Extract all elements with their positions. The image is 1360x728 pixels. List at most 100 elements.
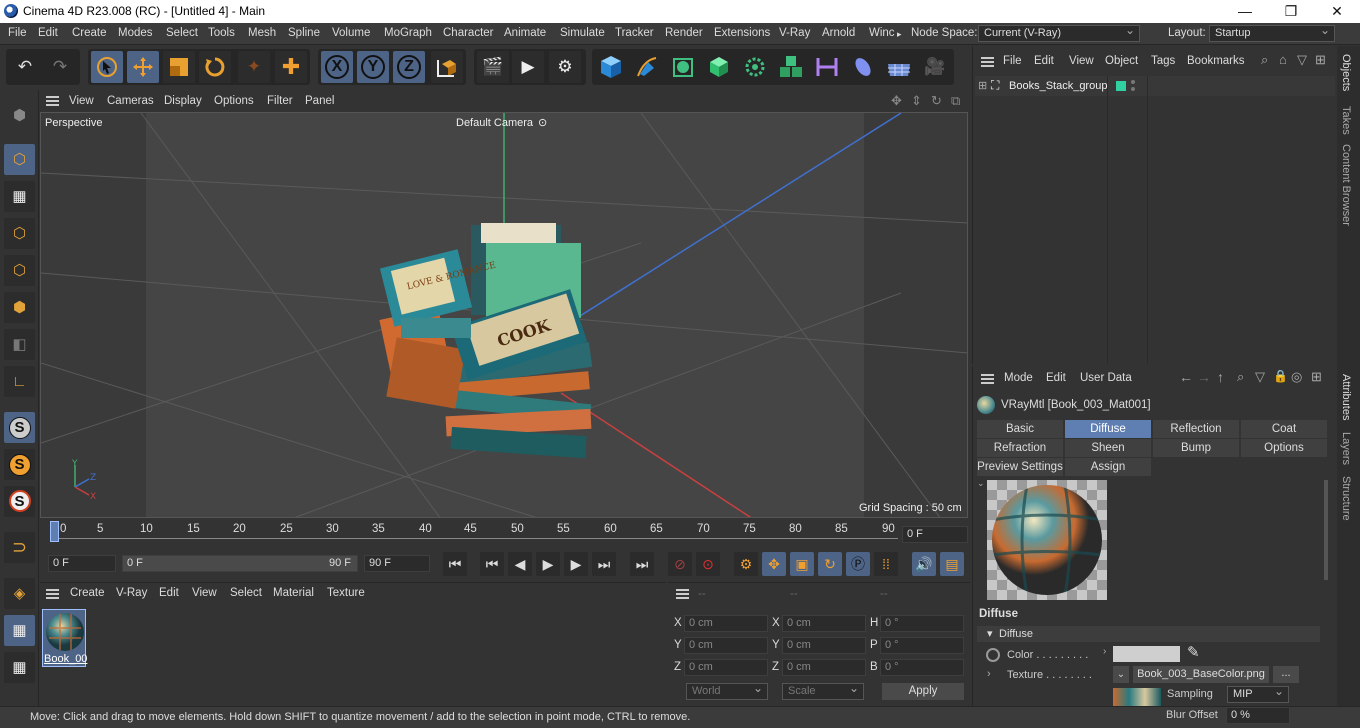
go-to-start-button[interactable]: ⏮ bbox=[443, 552, 467, 576]
menu-extensions[interactable]: Extensions bbox=[714, 27, 770, 39]
attributes-settings-icon[interactable]: ◎ bbox=[1291, 369, 1302, 385]
objects-new-window-icon[interactable]: ⊞ bbox=[1315, 52, 1326, 68]
timeline-ruler[interactable]: 0 5 10 15 20 25 30 35 40 45 50 55 60 65 … bbox=[40, 518, 970, 548]
layout-dropdown[interactable]: Startup bbox=[1209, 25, 1335, 42]
current-frame-field[interactable]: 0 F bbox=[902, 526, 968, 543]
snap-settings-button[interactable]: S bbox=[4, 449, 35, 480]
menu-file[interactable]: File bbox=[8, 27, 27, 39]
color-expand-icon[interactable]: › bbox=[1103, 646, 1106, 657]
camera-button[interactable]: 🎥 bbox=[919, 51, 951, 83]
model-mode-button[interactable]: ⬡ bbox=[4, 144, 35, 175]
side-tab-structure[interactable]: Structure bbox=[1340, 476, 1352, 521]
size-y-field[interactable]: 0 cm bbox=[782, 637, 866, 654]
preview-collapse-icon[interactable]: ⌄ bbox=[977, 478, 985, 489]
scale-tool-button[interactable] bbox=[163, 51, 195, 83]
blur-offset-field[interactable]: 0 % bbox=[1226, 707, 1290, 724]
material-menu-vray[interactable]: V-Ray bbox=[116, 587, 147, 599]
expand-icon[interactable]: ⊞ bbox=[978, 79, 987, 92]
attributes-menu-mode[interactable]: Mode bbox=[1004, 372, 1033, 384]
deformer-button[interactable] bbox=[811, 51, 843, 83]
menu-volume[interactable]: Volume bbox=[332, 27, 370, 39]
tab-coat[interactable]: Coat bbox=[1241, 420, 1327, 438]
record-active-button[interactable]: ⊘ bbox=[668, 552, 692, 576]
z-axis-lock-button[interactable]: Z bbox=[393, 51, 425, 83]
film-button[interactable]: ▤ bbox=[940, 552, 964, 576]
menu-mesh[interactable]: Mesh bbox=[248, 27, 276, 39]
viewport-menu-display[interactable]: Display bbox=[164, 95, 202, 107]
play-button[interactable]: ▶ bbox=[536, 552, 560, 576]
objects-menu-bookmarks[interactable]: Bookmarks bbox=[1187, 55, 1245, 67]
objects-filter-icon[interactable]: ▽ bbox=[1297, 52, 1307, 68]
object-name[interactable]: Books_Stack_group bbox=[1009, 80, 1107, 92]
y-axis-lock-button[interactable]: Y bbox=[357, 51, 389, 83]
diffuse-group-header[interactable]: ▾ Diffuse bbox=[977, 626, 1320, 642]
timeline-playhead[interactable] bbox=[50, 521, 59, 542]
color-swatch[interactable] bbox=[1113, 646, 1180, 662]
minimize-button[interactable]: — bbox=[1222, 0, 1268, 23]
maximize-button[interactable]: ❐ bbox=[1268, 0, 1314, 23]
viewport-menu-cameras[interactable]: Cameras bbox=[107, 95, 154, 107]
keyframe-selection-button[interactable]: ⚙ bbox=[734, 552, 758, 576]
menu-character[interactable]: Character bbox=[443, 27, 494, 39]
key-parameter-button[interactable]: Ⓟ bbox=[846, 552, 870, 576]
go-to-end-button[interactable]: ⏭ bbox=[630, 552, 654, 576]
side-tab-layers[interactable]: Layers bbox=[1340, 432, 1352, 465]
coordinate-system-button[interactable] bbox=[431, 51, 463, 83]
menu-mograph[interactable]: MoGraph bbox=[384, 27, 432, 39]
editor-visibility-dot[interactable] bbox=[1131, 80, 1135, 84]
menu-simulate[interactable]: Simulate bbox=[560, 27, 605, 39]
forward-arrow-icon[interactable]: → bbox=[1197, 369, 1211, 385]
viewport-move-icon[interactable]: ✥ bbox=[891, 93, 902, 109]
material-hamburger-icon[interactable] bbox=[46, 589, 59, 599]
apply-button[interactable]: Apply bbox=[882, 683, 964, 700]
side-tab-attributes[interactable]: Attributes bbox=[1340, 374, 1352, 420]
axis-tool-button[interactable]: ✚ bbox=[275, 51, 307, 83]
material-menu-view[interactable]: View bbox=[192, 587, 217, 599]
tab-refraction[interactable]: Refraction bbox=[977, 439, 1063, 457]
pen-spline-button[interactable] bbox=[631, 51, 663, 83]
menu-vray[interactable]: V-Ray bbox=[779, 27, 810, 39]
lock-icon[interactable]: 🔒 bbox=[1273, 369, 1288, 383]
frame-range-slider[interactable]: 0 F 90 F bbox=[122, 555, 358, 572]
size-x-field[interactable]: 0 cm bbox=[782, 615, 866, 632]
tab-diffuse[interactable]: Diffuse bbox=[1065, 420, 1151, 438]
objects-menu-view[interactable]: View bbox=[1069, 55, 1094, 67]
size-z-field[interactable]: 0 cm bbox=[782, 659, 866, 676]
render-visibility-dot[interactable] bbox=[1131, 87, 1135, 91]
rotate-tool-button[interactable] bbox=[199, 51, 231, 83]
render-settings-button[interactable]: ⚙ bbox=[549, 51, 581, 83]
previous-key-button[interactable]: ⏮ bbox=[480, 552, 504, 576]
key-pla-button[interactable]: ⁞⁞ bbox=[874, 552, 898, 576]
viewport-rotate-icon[interactable]: ↻ bbox=[931, 93, 942, 109]
node-space-dropdown[interactable]: Current (V-Ray) bbox=[978, 25, 1140, 42]
texture-file-button[interactable]: Book_003_BaseColor.png bbox=[1133, 666, 1269, 683]
attributes-filter-icon[interactable]: ▽ bbox=[1255, 369, 1265, 385]
undo-button[interactable]: ↶ bbox=[9, 51, 41, 83]
menu-tracker[interactable]: Tracker bbox=[615, 27, 654, 39]
material-menu-create[interactable]: Create bbox=[70, 587, 105, 599]
render-to-picture-viewer-button[interactable]: ▶ bbox=[512, 51, 544, 83]
texture-menu-button[interactable]: ⌄ bbox=[1113, 666, 1129, 683]
rotation-b-field[interactable]: 0 ° bbox=[880, 659, 964, 676]
side-tab-takes[interactable]: Takes bbox=[1340, 106, 1352, 135]
menu-create[interactable]: Create bbox=[72, 27, 107, 39]
back-arrow-icon[interactable]: ← bbox=[1179, 369, 1193, 385]
make-editable-button[interactable]: ⬢ bbox=[4, 100, 35, 131]
polygons-mode-button[interactable]: ⬢ bbox=[4, 292, 35, 323]
key-position-button[interactable]: ✥ bbox=[762, 552, 786, 576]
attributes-menu-user-data[interactable]: User Data bbox=[1080, 372, 1132, 384]
objects-search-icon[interactable]: ⌕ bbox=[1261, 52, 1268, 68]
menu-arnold[interactable]: Arnold bbox=[822, 27, 855, 39]
previous-frame-button[interactable]: ◀ bbox=[508, 552, 532, 576]
key-scale-button[interactable]: ▣ bbox=[790, 552, 814, 576]
render-view-button[interactable]: 🎬 bbox=[477, 51, 509, 83]
texture-browse-button[interactable]: ... bbox=[1273, 666, 1299, 683]
locked-workplane-button[interactable]: ▦ bbox=[4, 615, 35, 646]
objects-menu-edit[interactable]: Edit bbox=[1034, 55, 1054, 67]
end-frame-field[interactable]: 90 F bbox=[364, 555, 430, 572]
up-arrow-icon[interactable]: ↑ bbox=[1217, 369, 1224, 385]
material-swatch-book[interactable]: Book_00 bbox=[42, 609, 87, 667]
x-axis-lock-button[interactable]: X bbox=[321, 51, 353, 83]
texture-expand-icon[interactable]: › bbox=[987, 668, 991, 680]
attributes-new-window-icon[interactable]: ⊞ bbox=[1311, 369, 1322, 385]
